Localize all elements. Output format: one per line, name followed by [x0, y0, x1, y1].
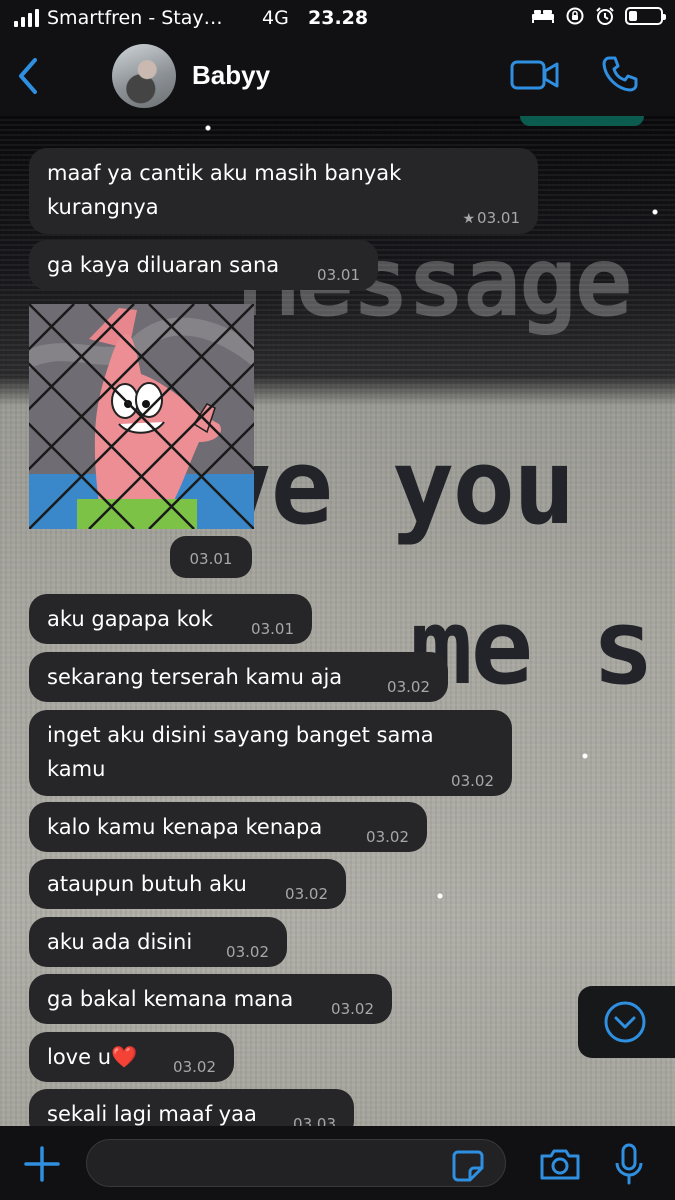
- message-bubble[interactable]: ga kaya diluaran sana 03.01: [29, 240, 378, 290]
- message-bubble[interactable]: maaf ya cantik aku masih banyak kurangny…: [29, 148, 538, 234]
- message-input[interactable]: [86, 1139, 506, 1187]
- message-text: inget aku disini sayang banget sama kamu: [47, 723, 434, 781]
- message-time: 03.02: [285, 885, 328, 903]
- message-time: 03.02: [173, 1058, 216, 1076]
- message-time: 03.01: [251, 620, 294, 638]
- bed-icon: [532, 10, 554, 23]
- video-camera-icon[interactable]: [510, 58, 560, 92]
- phone-icon[interactable]: [600, 54, 640, 94]
- contact-name[interactable]: Babyy: [192, 60, 270, 91]
- alarm-icon: [596, 7, 614, 25]
- message-bubble[interactable]: aku ada disini 03.02: [29, 917, 287, 967]
- message-bubble[interactable]: inget aku disini sayang banget sama kamu…: [29, 710, 512, 796]
- avatar[interactable]: [112, 44, 176, 108]
- camera-icon[interactable]: [538, 1146, 582, 1182]
- message-bubble[interactable]: sekali lagi maaf yaa 03.03: [29, 1089, 354, 1126]
- previous-outgoing-bubble: [520, 116, 644, 126]
- wallpaper-text: ve you: [210, 426, 576, 548]
- message-time: 03.02: [226, 943, 269, 961]
- message-bubble[interactable]: love u❤️ 03.02: [29, 1032, 234, 1082]
- message-bubble[interactable]: aku gapapa kok 03.01: [29, 594, 312, 644]
- star-icon: ★: [462, 211, 476, 227]
- message-text: ga bakal kemana mana: [47, 987, 294, 1011]
- status-bar: Smartfren - Stay… 4G 23.28: [0, 0, 675, 38]
- battery-icon: [625, 7, 666, 25]
- scroll-to-bottom-button[interactable]: [578, 986, 675, 1058]
- status-time: 23.28: [308, 7, 369, 29]
- message-text: ga kaya diluaran sana: [47, 253, 280, 277]
- rotation-lock-icon: [566, 7, 584, 25]
- chat-area[interactable]: Message ve you me s maaf ya cantik aku m…: [0, 116, 675, 1126]
- message-time: 03.02: [387, 678, 430, 696]
- message-bubble[interactable]: kalo kamu kenapa kenapa 03.02: [29, 802, 427, 852]
- sticker-icon[interactable]: [450, 1148, 486, 1184]
- message-text: kalo kamu kenapa kenapa: [47, 815, 323, 839]
- message-bubble[interactable]: ataupun butuh aku 03.02: [29, 859, 346, 909]
- image-message[interactable]: [29, 304, 254, 529]
- plus-icon[interactable]: [22, 1144, 62, 1184]
- message-text: sekarang terserah kamu aja: [47, 665, 343, 689]
- composer-bar: [0, 1126, 675, 1200]
- message-time: 03.01: [170, 536, 252, 578]
- carrier-group: Smartfren - Stay…: [14, 7, 223, 29]
- chevron-left-icon[interactable]: [14, 54, 44, 98]
- message-bubble[interactable]: sekarang terserah kamu aja 03.02: [29, 652, 448, 702]
- microphone-icon[interactable]: [612, 1142, 646, 1186]
- message-time: 03.03: [293, 1115, 336, 1126]
- message-time: 03.02: [451, 772, 494, 790]
- status-icons: [531, 6, 666, 26]
- message-time: 03.01: [317, 266, 360, 284]
- chevron-down-circle-icon: [604, 1001, 646, 1043]
- message-text: maaf ya cantik aku masih banyak kurangny…: [47, 161, 402, 219]
- carrier-name: Smartfren - Stay…: [47, 7, 223, 29]
- signal-strength-icon: [14, 9, 39, 27]
- message-bubble[interactable]: ga bakal kemana mana 03.02: [29, 974, 392, 1024]
- message-time: 03.02: [331, 1000, 374, 1018]
- patrick-star-sticker-icon: [29, 304, 254, 529]
- message-time: ★ 03.01: [462, 209, 520, 227]
- chat-header: Babyy: [0, 38, 675, 116]
- message-time: 03.02: [366, 828, 409, 846]
- network-type: 4G: [262, 7, 289, 29]
